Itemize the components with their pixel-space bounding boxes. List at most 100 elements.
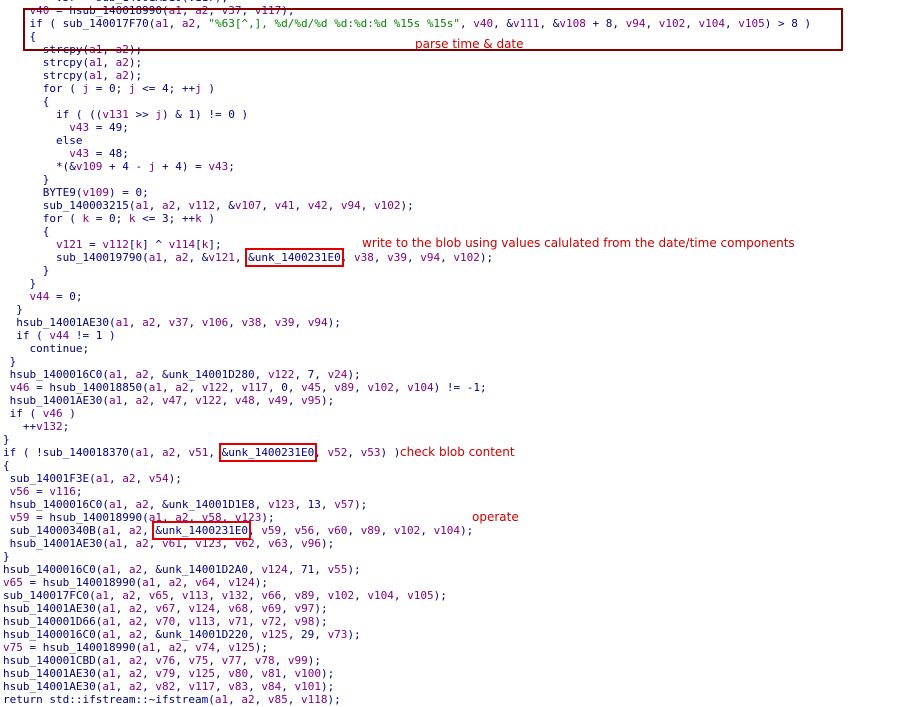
code-variable: a1 (102, 680, 116, 693)
code-variable: v81 (261, 667, 282, 680)
code-variable: a1 (102, 628, 116, 641)
code-variable: v43 (69, 147, 90, 160)
code-token: sub_140003215( (3, 199, 136, 212)
code-variable: v106 (201, 316, 229, 329)
code-token: , (181, 576, 196, 589)
code-variable: v118 (301, 693, 328, 706)
code-variable: a2 (128, 654, 143, 667)
code-line: hsub_140001CBD(a1, a2, v76, v75, v77, v7… (3, 654, 811, 667)
code-variable: v72 (261, 615, 282, 628)
code-variable: v60 (327, 524, 348, 537)
code-variable: v132 (221, 589, 249, 602)
code-token: hsub_14001AE30( (3, 537, 109, 550)
code-variable: j (195, 82, 202, 95)
code-variable: a1 (102, 602, 116, 615)
code-token: , &unk_14001D220, (142, 628, 262, 641)
code-variable: v83 (228, 680, 249, 693)
code-token: hsub_1400016C0( (3, 368, 109, 381)
code-line: ++v132; (3, 420, 811, 433)
code-variable: j (155, 108, 162, 121)
code-variable: v107 (234, 199, 262, 212)
code-variable: a1 (102, 524, 116, 537)
code-variable: v48 (234, 394, 255, 407)
code-token: if ( (3, 329, 50, 342)
code-line: strcpy(a1, a2); (3, 56, 811, 69)
code-token: , (175, 615, 189, 628)
code-token: hsub_1400016C0( (3, 563, 103, 576)
code-line: sub_14000340B(a1, a2, &unk_1400231E0, v5… (3, 521, 811, 540)
code-variable: v109 (82, 186, 109, 199)
code-variable: v61 (161, 537, 182, 550)
code-variable: a1 (89, 69, 103, 82)
code-line: if ( ((v131 >> j) & 1) != 0 ) (3, 108, 811, 121)
code-variable: v77 (221, 654, 242, 667)
code-token: } (3, 303, 23, 316)
code-variable: v63 (267, 537, 288, 550)
code-line: { (3, 95, 811, 108)
code-variable: v44 (29, 290, 50, 303)
code-token: hsub_140001CBD( (3, 654, 103, 667)
code-token: ); (479, 251, 494, 264)
code-variable: v96 (301, 537, 321, 550)
code-variable: v123 (195, 537, 222, 550)
code-line: hsub_14001AE30(a1, a2, v79, v125, v80, v… (3, 667, 811, 680)
code-token: ; (62, 420, 70, 433)
code-variable: v42 (307, 199, 328, 212)
code-token: { (3, 95, 50, 108)
code-variable: a1 (108, 394, 123, 407)
code-line: v44 = 0; (3, 290, 811, 303)
code-token: , (175, 654, 189, 667)
code-line: sub_140003215(a1, a2, v112, &v107, v41, … (3, 199, 811, 212)
code-variable: v117 (241, 381, 268, 394)
code-line: else (3, 134, 811, 147)
code-token: , (347, 446, 361, 459)
code-variable: v70 (155, 615, 176, 628)
code-token: sub_14000340B( (3, 524, 103, 537)
code-variable: v43 (69, 121, 90, 134)
blob-reference-highlight: &unk_1400231E0 (218, 443, 318, 462)
code-token: >> (128, 108, 156, 121)
annotation-check: check blob content (400, 445, 515, 459)
code-token: if ( (3, 407, 43, 420)
code-token: , (360, 199, 374, 212)
code-token: = 0; (89, 212, 129, 225)
code-variable: a2 (115, 69, 129, 82)
code-token: ); (128, 56, 143, 69)
code-line: { (3, 459, 811, 472)
code-token: <= 4; ++ (135, 82, 196, 95)
code-token: , &unk_14001D1E8, (148, 498, 268, 511)
code-token: , (135, 589, 149, 602)
code-variable: v46 (9, 381, 30, 394)
code-variable: v54 (148, 472, 169, 485)
code-variable: a2 (115, 56, 129, 69)
code-token: , (248, 602, 262, 615)
code-variable: a2 (241, 693, 255, 706)
code-token: , (234, 251, 249, 264)
code-token: = 48; (89, 147, 129, 160)
code-line: sub_14001F3E(a1, a2, v54); (3, 472, 811, 485)
code-variable: v104 (367, 589, 394, 602)
code-variable: v131 (102, 108, 129, 121)
code-token: , (135, 472, 149, 485)
code-token: , (261, 316, 275, 329)
code-variable: v114 (168, 238, 196, 251)
code-token: , (161, 251, 176, 264)
code-token: ); (168, 472, 182, 485)
code-variable: v57 (334, 498, 355, 511)
code-token: = 49; (89, 121, 129, 134)
code-variable: v39 (274, 316, 295, 329)
code-variable: a2 (161, 199, 176, 212)
code-token: , (241, 654, 255, 667)
code-token: , (294, 199, 308, 212)
code-token: , 29, (287, 628, 328, 641)
code-variable: v47 (161, 394, 182, 407)
code-line: hsub_1400016C0(a1, a2, &unk_14001D280, v… (3, 368, 811, 381)
code-token: , (214, 615, 229, 628)
code-line: v56 = v116; (3, 485, 811, 498)
code-variable: v55 (327, 563, 348, 576)
code-variable: a1 (148, 511, 162, 524)
code-token: hsub_14001AE30( (3, 316, 116, 329)
code-token: ); (254, 576, 268, 589)
